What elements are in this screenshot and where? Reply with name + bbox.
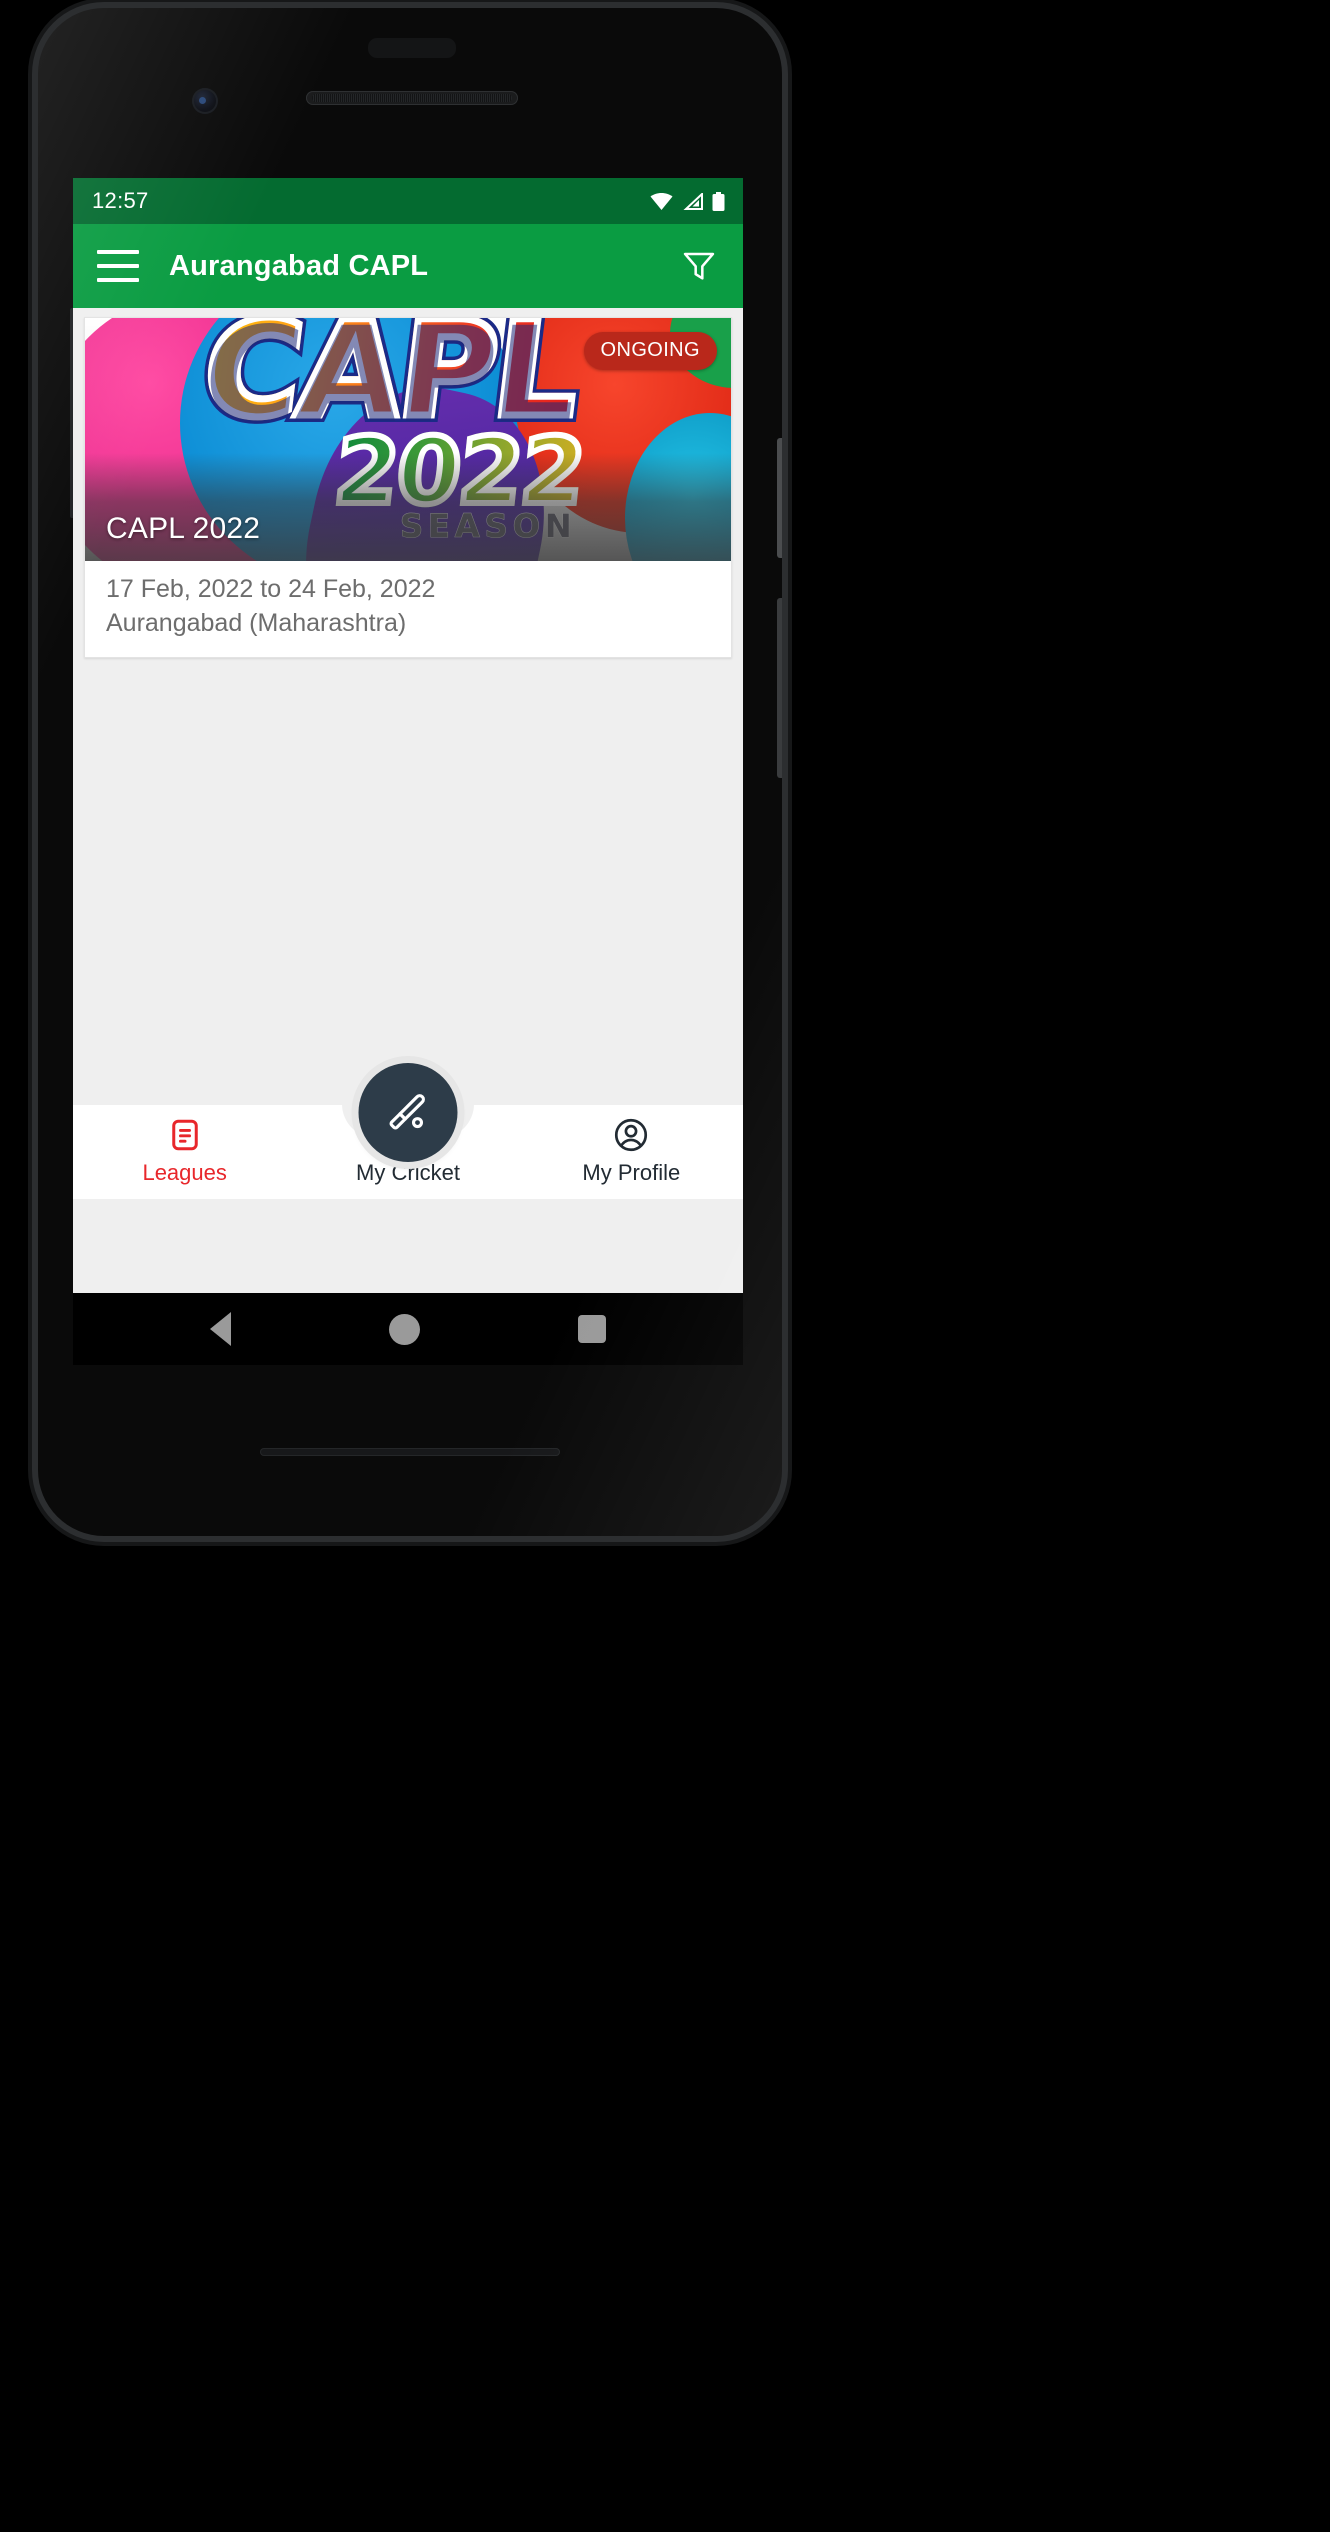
home-circle-icon[interactable] <box>389 1313 420 1345</box>
nav-label-my-cricket: My Cricket <box>356 1160 460 1185</box>
earpiece-speaker <box>306 91 518 105</box>
league-banner-image: CAPL CAPL 2022 SEASON ONGOING CAPL 2022 <box>85 318 731 561</box>
android-system-nav-bar <box>73 1293 743 1365</box>
hamburger-menu-icon[interactable] <box>97 250 139 282</box>
back-triangle-icon[interactable] <box>210 1312 231 1346</box>
filter-funnel-icon[interactable] <box>677 244 721 288</box>
bottom-speaker-grille <box>260 1448 560 1456</box>
cricket-bat-icon[interactable] <box>358 1063 458 1162</box>
status-bar-icons <box>650 191 725 211</box>
league-location: Aurangabad (Maharashtra) <box>106 609 407 637</box>
nav-item-leagues[interactable]: Leagues <box>73 1114 296 1199</box>
user-circle-icon <box>612 1114 650 1156</box>
league-dates: 17 Feb, 2022 to 24 Feb, 2022 <box>106 575 436 603</box>
status-badge: ONGOING <box>583 332 717 370</box>
bottom-navigation-bar: Leagues My Cricket My Profile <box>73 1063 743 1199</box>
phone-device-frame: 12:57 Aurangabad CAPL CAPL ONGOING CAPL … <box>38 8 782 1536</box>
phone-top-notch <box>368 38 456 58</box>
nav-label-leagues: Leagues <box>142 1160 227 1185</box>
cellular-signal-icon <box>682 192 703 210</box>
battery-icon <box>712 191 725 211</box>
recents-square-icon[interactable] <box>578 1315 606 1343</box>
volume-button[interactable] <box>777 598 782 778</box>
nav-item-my-profile[interactable]: My Profile <box>520 1114 743 1199</box>
app-bar: Aurangabad CAPL <box>73 224 743 308</box>
league-list-icon <box>167 1114 203 1156</box>
wifi-icon <box>650 192 673 210</box>
power-button[interactable] <box>777 438 782 558</box>
league-card-body: 17 Feb, 2022 to 24 Feb, 2022 Aurangabad … <box>85 561 731 657</box>
content-area: CAPL CAPL 2022 SEASON ONGOING CAPL 2022 … <box>73 308 743 1199</box>
league-card[interactable]: CAPL CAPL 2022 SEASON ONGOING CAPL 2022 … <box>84 317 732 658</box>
status-bar-clock: 12:57 <box>92 188 149 213</box>
league-title: CAPL 2022 <box>106 512 261 545</box>
phone-screen: 12:57 Aurangabad CAPL CAPL ONGOING CAPL … <box>73 178 743 1293</box>
front-camera <box>192 88 218 114</box>
page-title: Aurangabad CAPL <box>169 249 429 282</box>
nav-item-my-cricket[interactable]: My Cricket <box>296 1063 519 1199</box>
status-bar: 12:57 <box>73 178 743 224</box>
nav-label-my-profile: My Profile <box>582 1160 681 1185</box>
